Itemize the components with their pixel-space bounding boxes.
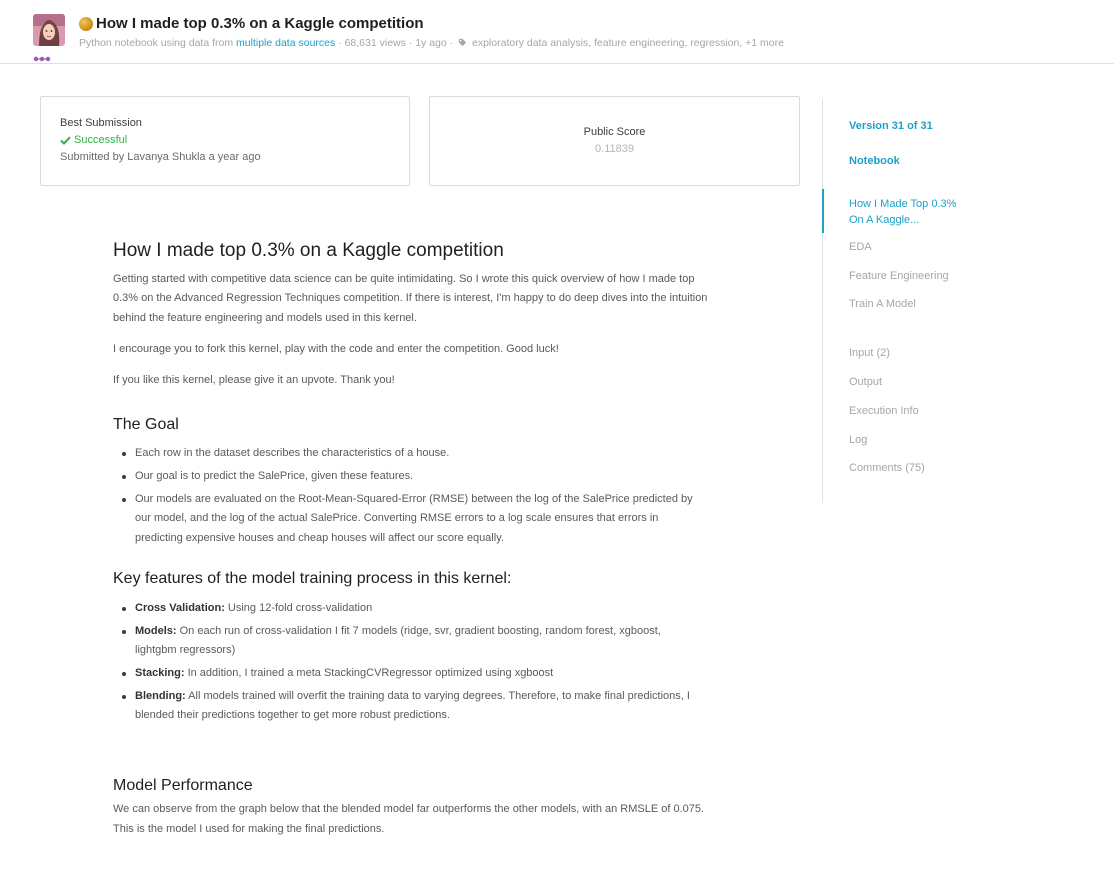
performance-paragraph: We can observe from the graph below that…	[113, 803, 705, 835]
toc-item-feature-engineering[interactable]: Feature Engineering	[849, 270, 949, 282]
input-tab[interactable]: Input (2)	[849, 347, 890, 359]
list-item: Cross Validation: Using 12-fold cross-va…	[113, 599, 763, 618]
list-item: Our goal is to predict the SalePrice, gi…	[113, 467, 763, 486]
meta-tags[interactable]: exploratory data analysis, feature engin…	[472, 37, 784, 49]
features-list: Cross Validation: Using 12-fold cross-va…	[113, 599, 763, 725]
meta-stats: · 68,631 views · 1y ago ·	[338, 37, 454, 49]
comments-tab[interactable]: Comments (75)	[849, 462, 925, 474]
toc-item-eda[interactable]: EDA	[849, 241, 872, 253]
intro-paragraph: Getting started with competitive data sc…	[113, 270, 763, 328]
output-tab[interactable]: Output	[849, 376, 882, 388]
data-sources-link[interactable]: multiple data sources	[236, 37, 335, 49]
notebook-title: How I made top 0.3% on a Kaggle competit…	[113, 240, 504, 261]
public-score-value: 0.11839	[595, 143, 634, 155]
intro-line: 0.3% on the Advanced Regression Techniqu…	[113, 292, 708, 305]
kernel-header: How I made top 0.3% on a Kaggle competit…	[0, 0, 1114, 64]
upvote-paragraph: If you like this kernel, please give it …	[113, 374, 395, 387]
toc-item-title[interactable]: How I Made Top 0.3% On A Kaggle...	[849, 196, 956, 228]
notebook-sidebar: Version 31 of 31 Notebook How I Made Top…	[822, 99, 1022, 503]
log-tab[interactable]: Log	[849, 434, 867, 446]
kernel-meta: Python notebook using data from multiple…	[79, 37, 784, 49]
kernel-title: How I made top 0.3% on a Kaggle competit…	[96, 15, 424, 32]
execution-info-tab[interactable]: Execution Info	[849, 405, 919, 417]
author-avatar[interactable]	[33, 14, 65, 46]
toc-active-indicator	[822, 189, 824, 233]
best-submission-card: Best Submission Successful Submitted by …	[40, 96, 410, 186]
performance-heading: Model Performance	[113, 777, 253, 795]
notebook-content: How I made top 0.3% on a Kaggle competit…	[113, 240, 763, 839]
notebook-tab[interactable]: Notebook	[849, 155, 900, 167]
submission-status: Successful	[60, 134, 127, 146]
list-item: Blending: All models trained will overfi…	[113, 687, 763, 726]
version-link[interactable]: Version 31 of 31	[849, 120, 933, 132]
list-item: Models: On each run of cross-validation …	[113, 622, 763, 661]
public-score-card: Public Score 0.11839	[429, 96, 800, 186]
best-submission-label: Best Submission	[60, 117, 142, 129]
intro-line: Getting started with competitive data sc…	[113, 273, 695, 285]
features-heading: Key features of the model training proce…	[113, 569, 512, 587]
public-score-label: Public Score	[583, 126, 646, 138]
meta-prefix: Python notebook using data from	[79, 37, 234, 49]
tag-icon	[458, 38, 467, 47]
checkmark-icon	[60, 136, 71, 145]
list-item: Stacking: In addition, I trained a meta …	[113, 664, 763, 683]
tier-icon	[33, 49, 51, 62]
list-item: Each row in the dataset describes the ch…	[113, 444, 763, 463]
title-row: How I made top 0.3% on a Kaggle competit…	[79, 15, 424, 32]
goal-list: Each row in the dataset describes the ch…	[113, 444, 763, 547]
toc-item-train-a-model[interactable]: Train A Model	[849, 298, 916, 310]
status-text: Successful	[74, 134, 128, 146]
submitted-by: Submitted by Lavanya Shukla a year ago	[60, 151, 261, 163]
list-item: Our models are evaluated on the Root-Mea…	[113, 490, 763, 548]
goal-heading: The Goal	[113, 416, 179, 434]
intro-line: behind the feature engineering and model…	[113, 311, 417, 324]
fork-paragraph: I encourage you to fork this kernel, pla…	[113, 342, 559, 355]
gold-medal-icon	[79, 16, 93, 31]
